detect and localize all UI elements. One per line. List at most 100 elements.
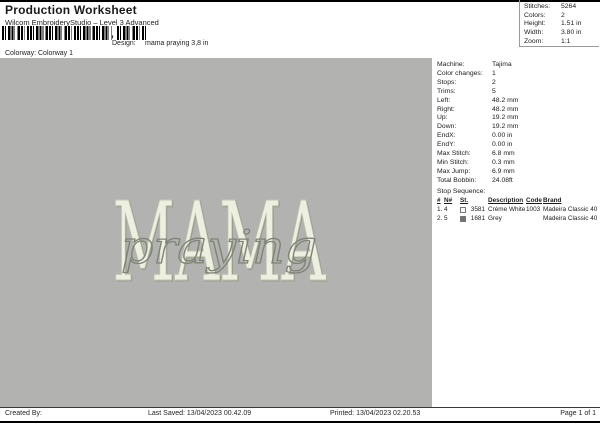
stat-colors: Colors: 2 bbox=[524, 11, 599, 20]
info-up: Up: 19.2 mm bbox=[437, 114, 600, 123]
info-machine: Machine: Tajima bbox=[437, 60, 600, 69]
design-word-praying: praying bbox=[121, 220, 317, 274]
footer-printed: Printed: 13/04/2023 02.20.53 bbox=[330, 410, 421, 417]
cell-num: 1. bbox=[437, 205, 443, 213]
info-label: Min Stitch: bbox=[437, 159, 469, 167]
design-stats-box: Stitches: 5264 Colors: 2 Height: 1.51 in… bbox=[519, 0, 599, 47]
col-brand: Brand bbox=[543, 196, 562, 204]
info-max-stitch: Max Stitch: 6.8 mm bbox=[437, 149, 600, 158]
stop-sequence-table: # N# St. Description Code Brand 1. 4 358… bbox=[437, 197, 597, 224]
cell-brand: Madeira Classic 40 bbox=[543, 214, 598, 222]
info-label: Trims: bbox=[437, 87, 456, 95]
info-label: Machine: bbox=[437, 60, 465, 68]
stat-zoom: Zoom: 1:1 bbox=[524, 37, 599, 46]
info-label: Max Jump: bbox=[437, 168, 471, 176]
info-value: 48.2 mm bbox=[492, 96, 519, 104]
machine-info-panel: Machine: Tajima Color changes: 1 Stops: … bbox=[432, 58, 600, 407]
col-description: Description bbox=[488, 196, 524, 204]
info-endx: EndX: 0.00 in bbox=[437, 131, 600, 140]
barcode-separator: , bbox=[111, 29, 114, 40]
info-trims: Trims: 5 bbox=[437, 87, 600, 96]
info-stops: Stops: 2 bbox=[437, 78, 600, 87]
info-value: 2 bbox=[492, 78, 496, 86]
footer-separator-line bbox=[0, 407, 600, 408]
cell-brand: Madeira Classic 40 bbox=[543, 205, 598, 213]
info-total-bobbin: Total Bobbin: 24.08ft bbox=[437, 176, 600, 185]
cell-num: 2. bbox=[437, 214, 443, 222]
cell-needle: 4 bbox=[444, 205, 448, 213]
info-value: 0.00 in bbox=[492, 132, 513, 140]
info-label: Max Stitch: bbox=[437, 150, 471, 158]
info-label: Stops: bbox=[437, 78, 457, 86]
page-title: Production Worksheet bbox=[5, 3, 137, 17]
info-value: 6.8 mm bbox=[492, 150, 515, 158]
info-label: Down: bbox=[437, 123, 457, 131]
design-name-row: Design: mama praying 3,8 in bbox=[112, 40, 208, 47]
stat-value: 1.51 in bbox=[561, 20, 582, 28]
stat-value: 5264 bbox=[561, 2, 577, 10]
embroidery-design: MAMA praying bbox=[112, 192, 327, 287]
stat-label: Width: bbox=[524, 28, 544, 36]
footer-page-number: Page 1 of 1 bbox=[560, 410, 596, 417]
stat-label: Stitches: bbox=[524, 2, 551, 10]
info-value: 0.3 mm bbox=[492, 159, 515, 167]
info-value: Tajima bbox=[492, 60, 512, 68]
barcode-main bbox=[2, 26, 112, 40]
info-down: Down: 19.2 mm bbox=[437, 122, 600, 131]
info-label: Color changes: bbox=[437, 69, 483, 77]
col-code: Code bbox=[526, 196, 542, 204]
info-label: EndY: bbox=[437, 141, 456, 149]
stat-stitches: Stitches: 5264 bbox=[524, 2, 599, 11]
info-value: 19.2 mm bbox=[492, 114, 519, 122]
info-value: 19.2 mm bbox=[492, 123, 519, 131]
top-border-line bbox=[0, 0, 600, 2]
info-label: EndX: bbox=[437, 132, 456, 140]
stop-sequence-title: Stop Sequence: bbox=[437, 187, 486, 195]
stop-sequence-row: 1. 4 3581 Crème White 1003 Madeira Class… bbox=[437, 206, 597, 215]
info-value: 1 bbox=[492, 69, 496, 77]
colorway-row: Colorway: Colorway 1 bbox=[5, 50, 73, 57]
design-label: Design: bbox=[112, 40, 136, 47]
col-num: # bbox=[437, 196, 441, 204]
stat-label: Height: bbox=[524, 20, 546, 28]
info-value: 0.00 in bbox=[492, 141, 513, 149]
footer-last-saved: Last Saved: 13/04/2023 00.42.09 bbox=[148, 410, 252, 417]
cell-stitches: 3581 bbox=[470, 205, 485, 213]
barcode-suffix bbox=[117, 26, 146, 40]
stat-label: Zoom: bbox=[524, 37, 544, 45]
info-value: 48.2 mm bbox=[492, 105, 519, 113]
info-max-jump: Max Jump: 6.9 mm bbox=[437, 167, 600, 176]
footer-created-by: Created By: bbox=[5, 410, 42, 417]
stat-height: Height: 1.51 in bbox=[524, 19, 599, 28]
thread-color-swatch bbox=[460, 206, 466, 213]
colorway-value: Colorway 1 bbox=[38, 50, 74, 57]
info-label: Total Bobbin: bbox=[437, 176, 477, 184]
info-label: Up: bbox=[437, 114, 448, 122]
col-stitches: St. bbox=[460, 196, 469, 204]
stat-value: 2 bbox=[561, 11, 565, 19]
info-min-stitch: Min Stitch: 0.3 mm bbox=[437, 158, 600, 167]
info-endy: EndY: 0.00 in bbox=[437, 140, 600, 149]
cell-description: Crème White bbox=[488, 205, 526, 213]
thread-color-swatch bbox=[460, 215, 466, 222]
production-worksheet-page: Production Worksheet Wilcom EmbroiderySt… bbox=[0, 0, 600, 424]
design-canvas: MAMA praying bbox=[0, 58, 432, 407]
info-label: Left: bbox=[437, 96, 451, 104]
info-right: Right: 48.2 mm bbox=[437, 105, 600, 114]
bottom-border-line bbox=[0, 421, 600, 423]
info-value: 5 bbox=[492, 87, 496, 95]
stat-label: Colors: bbox=[524, 11, 546, 19]
cell-stitches: 1681 bbox=[470, 214, 485, 222]
stat-value: 1:1 bbox=[561, 37, 571, 45]
cell-description: Grey bbox=[488, 214, 502, 222]
stop-sequence-header-row: # N# St. Description Code Brand bbox=[437, 197, 597, 206]
col-needle: N# bbox=[444, 196, 453, 204]
design-value: mama praying 3,8 in bbox=[145, 40, 209, 47]
cell-needle: 5 bbox=[444, 214, 448, 222]
info-left: Left: 48.2 mm bbox=[437, 96, 600, 105]
stop-sequence-row: 2. 5 1681 Grey Madeira Classic 40 bbox=[437, 215, 597, 224]
info-value: 6.9 mm bbox=[492, 168, 515, 176]
colorway-label: Colorway: bbox=[5, 50, 37, 57]
info-value: 24.08ft bbox=[492, 176, 513, 184]
info-label: Right: bbox=[437, 105, 455, 113]
